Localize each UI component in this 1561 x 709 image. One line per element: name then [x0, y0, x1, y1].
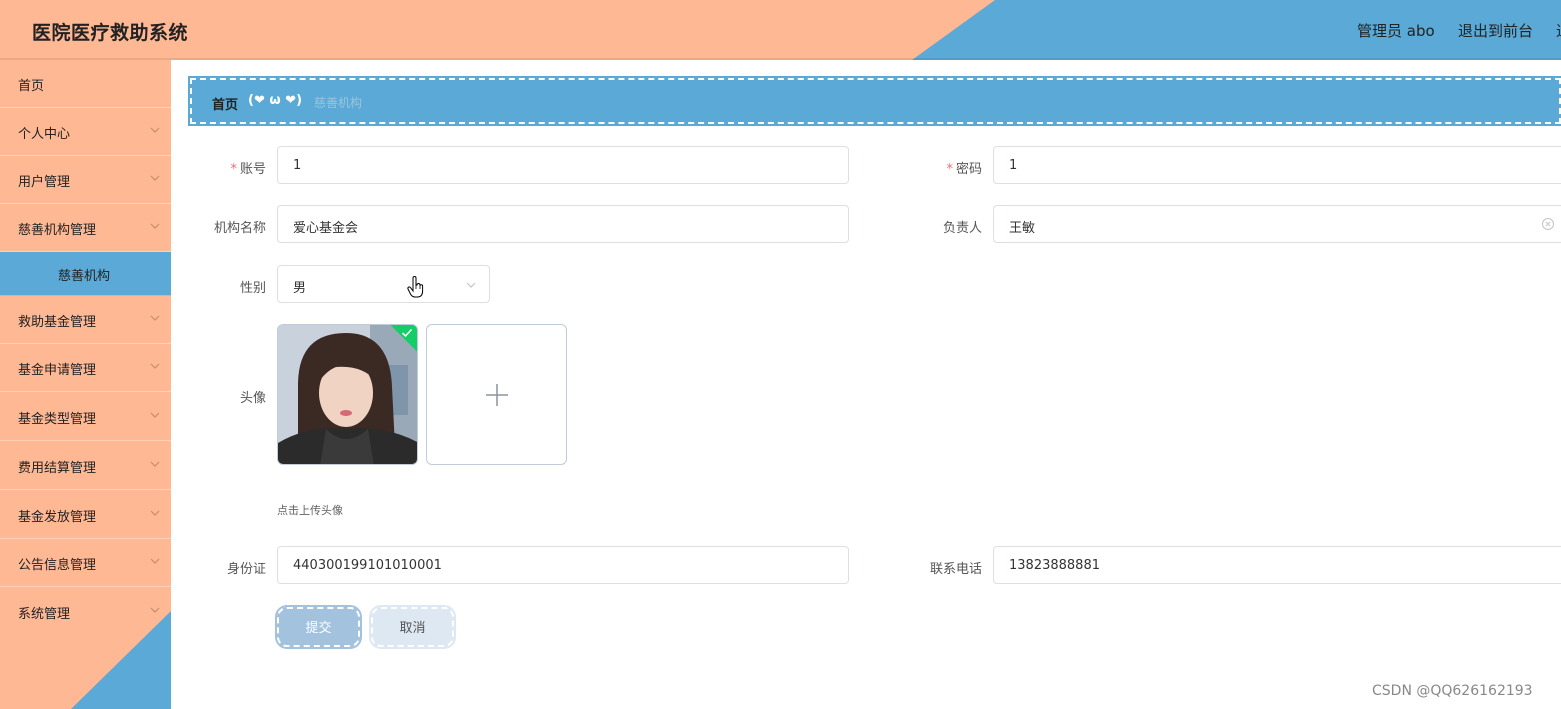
breadcrumb: 首页 (❤ ω ❤) 慈善机构: [188, 76, 1561, 126]
check-icon: [401, 328, 413, 338]
chevron-down-icon: [150, 223, 160, 229]
phone-input[interactable]: 13823888881: [993, 546, 1561, 584]
sidebar-item-label: 系统管理: [18, 607, 71, 622]
sidebar-item-fund-application-management[interactable]: 基金申请管理: [0, 344, 171, 392]
sidebar-item-system-management[interactable]: 系统管理: [0, 588, 171, 636]
phone-label: 联系电话: [929, 562, 982, 577]
sidebar-item-charity-management[interactable]: 慈善机构管理: [0, 204, 171, 252]
idcard-label: 身份证: [226, 562, 266, 577]
org-name-input[interactable]: 爱心基金会: [277, 205, 849, 243]
chevron-down-icon: [150, 315, 160, 321]
sidebar-item-label: 基金类型管理: [18, 412, 97, 427]
sidebar-item-announcement-management[interactable]: 公告信息管理: [0, 539, 171, 587]
chevron-down-icon: [150, 363, 160, 369]
sidebar-subitem-charity[interactable]: 慈善机构: [0, 252, 171, 296]
idcard-input[interactable]: 440300199101010001: [277, 546, 849, 584]
sidebar-item-aid-fund-management[interactable]: 救助基金管理: [0, 296, 171, 344]
sidebar-item-label: 救助基金管理: [18, 315, 97, 330]
sidebar-item-expense-settlement-management[interactable]: 费用结算管理: [0, 442, 171, 490]
cancel-button[interactable]: 取消: [369, 605, 456, 649]
chevron-down-icon: [150, 461, 160, 467]
chevron-down-icon: [150, 127, 160, 133]
hand-pointer-cursor-icon: [407, 276, 424, 298]
chevron-down-icon: [466, 282, 476, 288]
logout-link-partial[interactable]: 退: [1556, 20, 1561, 41]
password-value: 1: [1009, 158, 1018, 173]
chevron-down-icon: [150, 607, 160, 613]
sidebar-item-personal-center[interactable]: 个人中心: [0, 108, 171, 156]
account-value: 1: [293, 158, 302, 173]
idcard-value: 440300199101010001: [293, 558, 442, 573]
sidebar-item-label: 慈善机构管理: [18, 223, 97, 238]
exit-to-frontend-link[interactable]: 退出到前台: [1458, 20, 1533, 41]
chevron-down-icon: [150, 510, 160, 516]
leader-value: 王敏: [1009, 221, 1036, 236]
breadcrumb-separator-emoticon: (❤ ω ❤): [248, 93, 303, 108]
chevron-down-icon: [150, 175, 160, 181]
org-name-label: 机构名称: [213, 221, 266, 236]
sidebar-item-label: 公告信息管理: [18, 558, 97, 573]
leader-label: 负责人: [942, 221, 982, 236]
sidebar-item-user-management[interactable]: 用户管理: [0, 156, 171, 204]
submit-button[interactable]: 提交: [275, 605, 362, 649]
phone-value: 13823888881: [1009, 558, 1100, 573]
sidebar-item-label: 基金申请管理: [18, 363, 97, 378]
gender-select[interactable]: 男: [277, 265, 490, 303]
sidebar-item-label: 基金发放管理: [18, 510, 97, 525]
avatar-thumbnail[interactable]: [277, 324, 418, 465]
admin-username[interactable]: 管理员 abo: [1357, 20, 1435, 41]
watermark: CSDN @QQ626162193: [1372, 683, 1533, 699]
password-input[interactable]: 1: [993, 146, 1561, 184]
header-peach-shape: [0, 0, 995, 60]
clear-circle-icon[interactable]: [1541, 217, 1555, 231]
sidebar-item-label: 费用结算管理: [18, 461, 97, 476]
upload-hint: 点击上传头像: [277, 504, 343, 517]
sidebar: 首页 个人中心 用户管理 慈善机构管理 慈善机构 救助基金管理 基金申请管理 基…: [0, 60, 171, 709]
header-shadow: [0, 58, 1561, 60]
sidebar-item-fund-type-management[interactable]: 基金类型管理: [0, 393, 171, 441]
sidebar-item-label: 慈善机构: [58, 269, 111, 284]
sidebar-item-fund-distribution-management[interactable]: 基金发放管理: [0, 491, 171, 539]
sidebar-item-label: 用户管理: [18, 175, 71, 190]
sidebar-item-home[interactable]: 首页: [0, 60, 171, 108]
gender-value: 男: [293, 281, 307, 296]
avatar-upload-button[interactable]: [426, 324, 567, 465]
org-name-value: 爱心基金会: [293, 221, 359, 236]
password-label: * 密码: [946, 162, 982, 177]
account-input[interactable]: 1: [277, 146, 849, 184]
plus-icon: [486, 384, 508, 406]
avatar-photo: [278, 325, 417, 464]
breadcrumb-current: 慈善机构: [314, 96, 363, 110]
avatar-label: 头像: [239, 391, 266, 406]
leader-input[interactable]: 王敏: [993, 205, 1561, 243]
sidebar-item-label: 首页: [18, 79, 45, 94]
sidebar-item-label: 个人中心: [18, 127, 71, 142]
top-header: 医院医疗救助系统 管理员 abo 退出到前台 退: [0, 0, 1561, 60]
app-title: 医院医疗救助系统: [32, 22, 189, 44]
chevron-down-icon: [150, 558, 160, 564]
chevron-down-icon: [150, 412, 160, 418]
account-label: * 账号: [230, 162, 266, 177]
breadcrumb-home[interactable]: 首页: [212, 94, 238, 113]
gender-label: 性别: [239, 281, 266, 296]
